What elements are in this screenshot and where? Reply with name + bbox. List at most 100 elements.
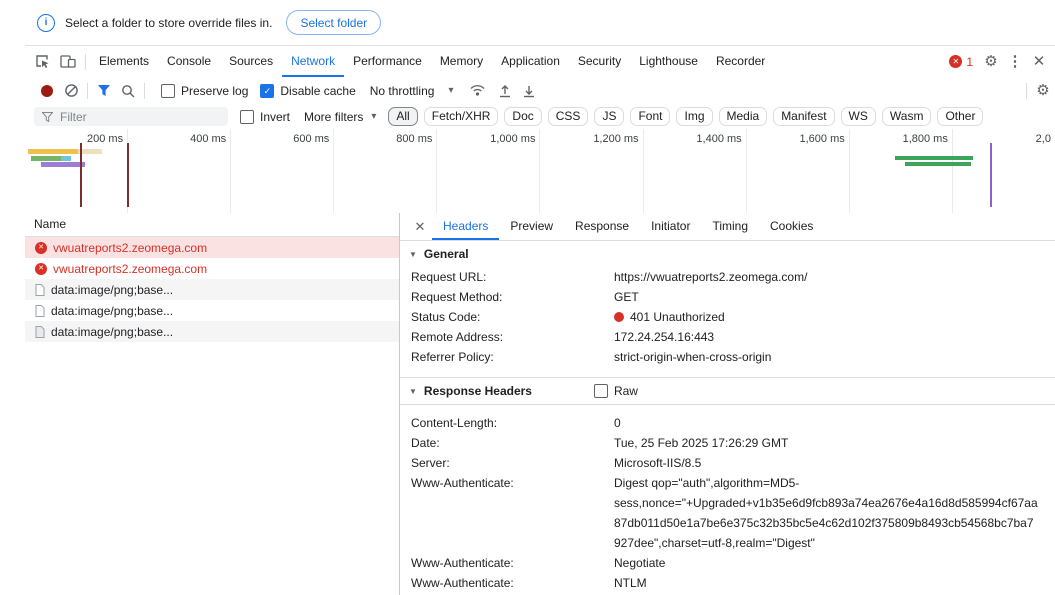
header-value: 0 bbox=[614, 416, 621, 430]
throttling-value: No throttling bbox=[369, 83, 435, 98]
raw-checkbox[interactable]: Raw bbox=[593, 384, 638, 398]
preserve-log-checkbox[interactable]: Preserve log bbox=[161, 83, 249, 98]
tab-cookies[interactable]: Cookies bbox=[759, 213, 824, 240]
divider bbox=[87, 82, 88, 99]
clear-network-log-icon[interactable] bbox=[59, 77, 83, 104]
infobar-message: Select a folder to store override files … bbox=[65, 15, 273, 30]
header-key: Content-Length: bbox=[411, 416, 498, 430]
network-overview-timeline[interactable]: 200 ms 400 ms 600 ms 800 ms 1,000 ms 1,2… bbox=[25, 129, 1055, 214]
tab-elements[interactable]: Elements bbox=[90, 46, 158, 77]
disable-cache-checkbox[interactable]: ✓ Disable cache bbox=[260, 83, 356, 98]
request-error-icon: ✕ bbox=[35, 262, 47, 275]
divider bbox=[144, 82, 145, 99]
name-column-header[interactable]: Name bbox=[25, 213, 399, 237]
chevron-down-icon: ▾ bbox=[371, 111, 377, 122]
inspect-element-icon[interactable] bbox=[29, 46, 55, 77]
header-row: Remote Address: 172.24.254.16:443 bbox=[400, 327, 1055, 347]
filter-chip-wasm[interactable]: Wasm bbox=[881, 107, 932, 126]
tab-timing[interactable]: Timing bbox=[701, 213, 759, 240]
request-row[interactable]: ✕ vwuatreports2.zeomega.com bbox=[25, 237, 399, 258]
more-filters-label: More filters bbox=[304, 109, 364, 124]
device-toolbar-icon[interactable] bbox=[55, 46, 81, 77]
general-section-header[interactable]: ▼ General bbox=[400, 241, 1055, 267]
request-row[interactable]: data:image/png;base... bbox=[25, 279, 399, 300]
divider bbox=[85, 53, 86, 70]
checkbox-unchecked bbox=[240, 109, 254, 124]
tab-application[interactable]: Application bbox=[492, 46, 569, 77]
export-har-icon[interactable] bbox=[517, 77, 541, 104]
details-tabbar: ✕ Headers Preview Response Initiator Tim… bbox=[400, 213, 1055, 241]
checkbox-unchecked bbox=[161, 83, 175, 98]
tab-recorder[interactable]: Recorder bbox=[707, 46, 774, 77]
timeline-event-line bbox=[127, 143, 129, 207]
header-row: Server: Microsoft-IIS/8.5 bbox=[400, 453, 1055, 473]
record-network-log-icon[interactable] bbox=[35, 77, 59, 104]
network-filter-bar: Filter Invert More filters ▾ All Fetch/X… bbox=[25, 104, 1055, 130]
filter-chip-font[interactable]: Font bbox=[630, 107, 671, 126]
tab-lighthouse[interactable]: Lighthouse bbox=[630, 46, 707, 77]
request-row[interactable]: data:image/png;base... bbox=[25, 321, 399, 342]
tab-performance[interactable]: Performance bbox=[344, 46, 431, 77]
filter-input[interactable]: Filter bbox=[34, 107, 228, 126]
header-key: Remote Address: bbox=[411, 330, 504, 344]
header-key: Www-Authenticate: bbox=[411, 476, 514, 490]
header-value: Tue, 25 Feb 2025 17:26:29 GMT bbox=[614, 436, 789, 450]
error-count-badge[interactable]: ✕ 1 bbox=[949, 55, 973, 69]
filter-chip-ws[interactable]: WS bbox=[840, 107, 876, 126]
more-options-icon[interactable]: ⋮ bbox=[1003, 46, 1027, 77]
tab-security[interactable]: Security bbox=[569, 46, 630, 77]
tab-console[interactable]: Console bbox=[158, 46, 220, 77]
tab-response[interactable]: Response bbox=[564, 213, 640, 240]
filter-chip-img[interactable]: Img bbox=[676, 107, 713, 126]
filter-chip-css[interactable]: CSS bbox=[547, 107, 589, 126]
header-key: Server: bbox=[411, 456, 450, 470]
request-details-panel: ✕ Headers Preview Response Initiator Tim… bbox=[399, 213, 1055, 595]
response-headers-section-header[interactable]: ▼ Response Headers Raw bbox=[400, 377, 1055, 405]
request-row[interactable]: ✕ vwuatreports2.zeomega.com bbox=[25, 258, 399, 279]
tab-network[interactable]: Network bbox=[282, 46, 344, 77]
more-filters-dropdown[interactable]: More filters ▾ bbox=[304, 110, 376, 124]
filter-chip-manifest[interactable]: Manifest bbox=[773, 107, 835, 126]
header-value: strict-origin-when-cross-origin bbox=[614, 350, 772, 364]
file-icon bbox=[35, 283, 45, 296]
collapse-triangle-icon: ▼ bbox=[409, 386, 417, 396]
close-devtools-icon[interactable]: ✕ bbox=[1027, 46, 1051, 77]
tab-sources[interactable]: Sources bbox=[220, 46, 282, 77]
import-har-icon[interactable] bbox=[493, 77, 517, 104]
select-folder-button[interactable]: Select folder bbox=[286, 10, 382, 35]
funnel-icon bbox=[42, 111, 53, 122]
request-row[interactable]: data:image/png;base... bbox=[25, 300, 399, 321]
timeline-label: 800 ms bbox=[334, 129, 438, 213]
network-settings-gear-icon[interactable]: ⚙ bbox=[1031, 77, 1055, 104]
invert-checkbox[interactable]: Invert bbox=[240, 109, 290, 124]
filter-chip-fetch-xhr[interactable]: Fetch/XHR bbox=[423, 107, 499, 126]
search-icon[interactable] bbox=[116, 77, 140, 104]
tab-initiator[interactable]: Initiator bbox=[640, 213, 701, 240]
checkbox-checked: ✓ bbox=[260, 83, 275, 98]
filter-chip-all[interactable]: All bbox=[388, 107, 418, 126]
timeline-ruler: 200 ms 400 ms 600 ms 800 ms 1,000 ms 1,2… bbox=[25, 129, 1055, 213]
preserve-log-label: Preserve log bbox=[181, 83, 249, 98]
settings-gear-icon[interactable]: ⚙ bbox=[979, 46, 1003, 77]
tab-preview[interactable]: Preview bbox=[499, 213, 564, 240]
timeline-label: 600 ms bbox=[231, 129, 335, 213]
header-value: Digest qop="auth",algorithm=MD5-sess,non… bbox=[614, 476, 1038, 550]
header-key: Request Method: bbox=[411, 290, 503, 304]
throttling-dropdown[interactable]: No throttling ▾ bbox=[370, 84, 454, 98]
header-row: Www-Authenticate: Digest qop="auth",algo… bbox=[400, 473, 1055, 553]
filter-toggle-icon[interactable] bbox=[92, 77, 116, 104]
timeline-event-line bbox=[80, 143, 82, 207]
request-name: vwuatreports2.zeomega.com bbox=[53, 240, 208, 255]
tab-memory[interactable]: Memory bbox=[431, 46, 492, 77]
filter-chip-js[interactable]: JS bbox=[594, 107, 625, 126]
filter-chip-media[interactable]: Media bbox=[718, 107, 768, 126]
filter-chip-doc[interactable]: Doc bbox=[504, 107, 542, 126]
network-conditions-icon[interactable] bbox=[465, 77, 489, 104]
error-icon: ✕ bbox=[949, 55, 963, 68]
close-details-icon[interactable]: ✕ bbox=[408, 219, 432, 235]
tab-headers[interactable]: Headers bbox=[432, 213, 499, 240]
timeline-label: 1,600 ms bbox=[747, 129, 850, 213]
header-row: Www-Authenticate: Negotiate bbox=[400, 553, 1055, 573]
devtools-tabbar: Elements Console Sources Network Perform… bbox=[25, 46, 1055, 78]
filter-chip-other[interactable]: Other bbox=[937, 107, 984, 126]
